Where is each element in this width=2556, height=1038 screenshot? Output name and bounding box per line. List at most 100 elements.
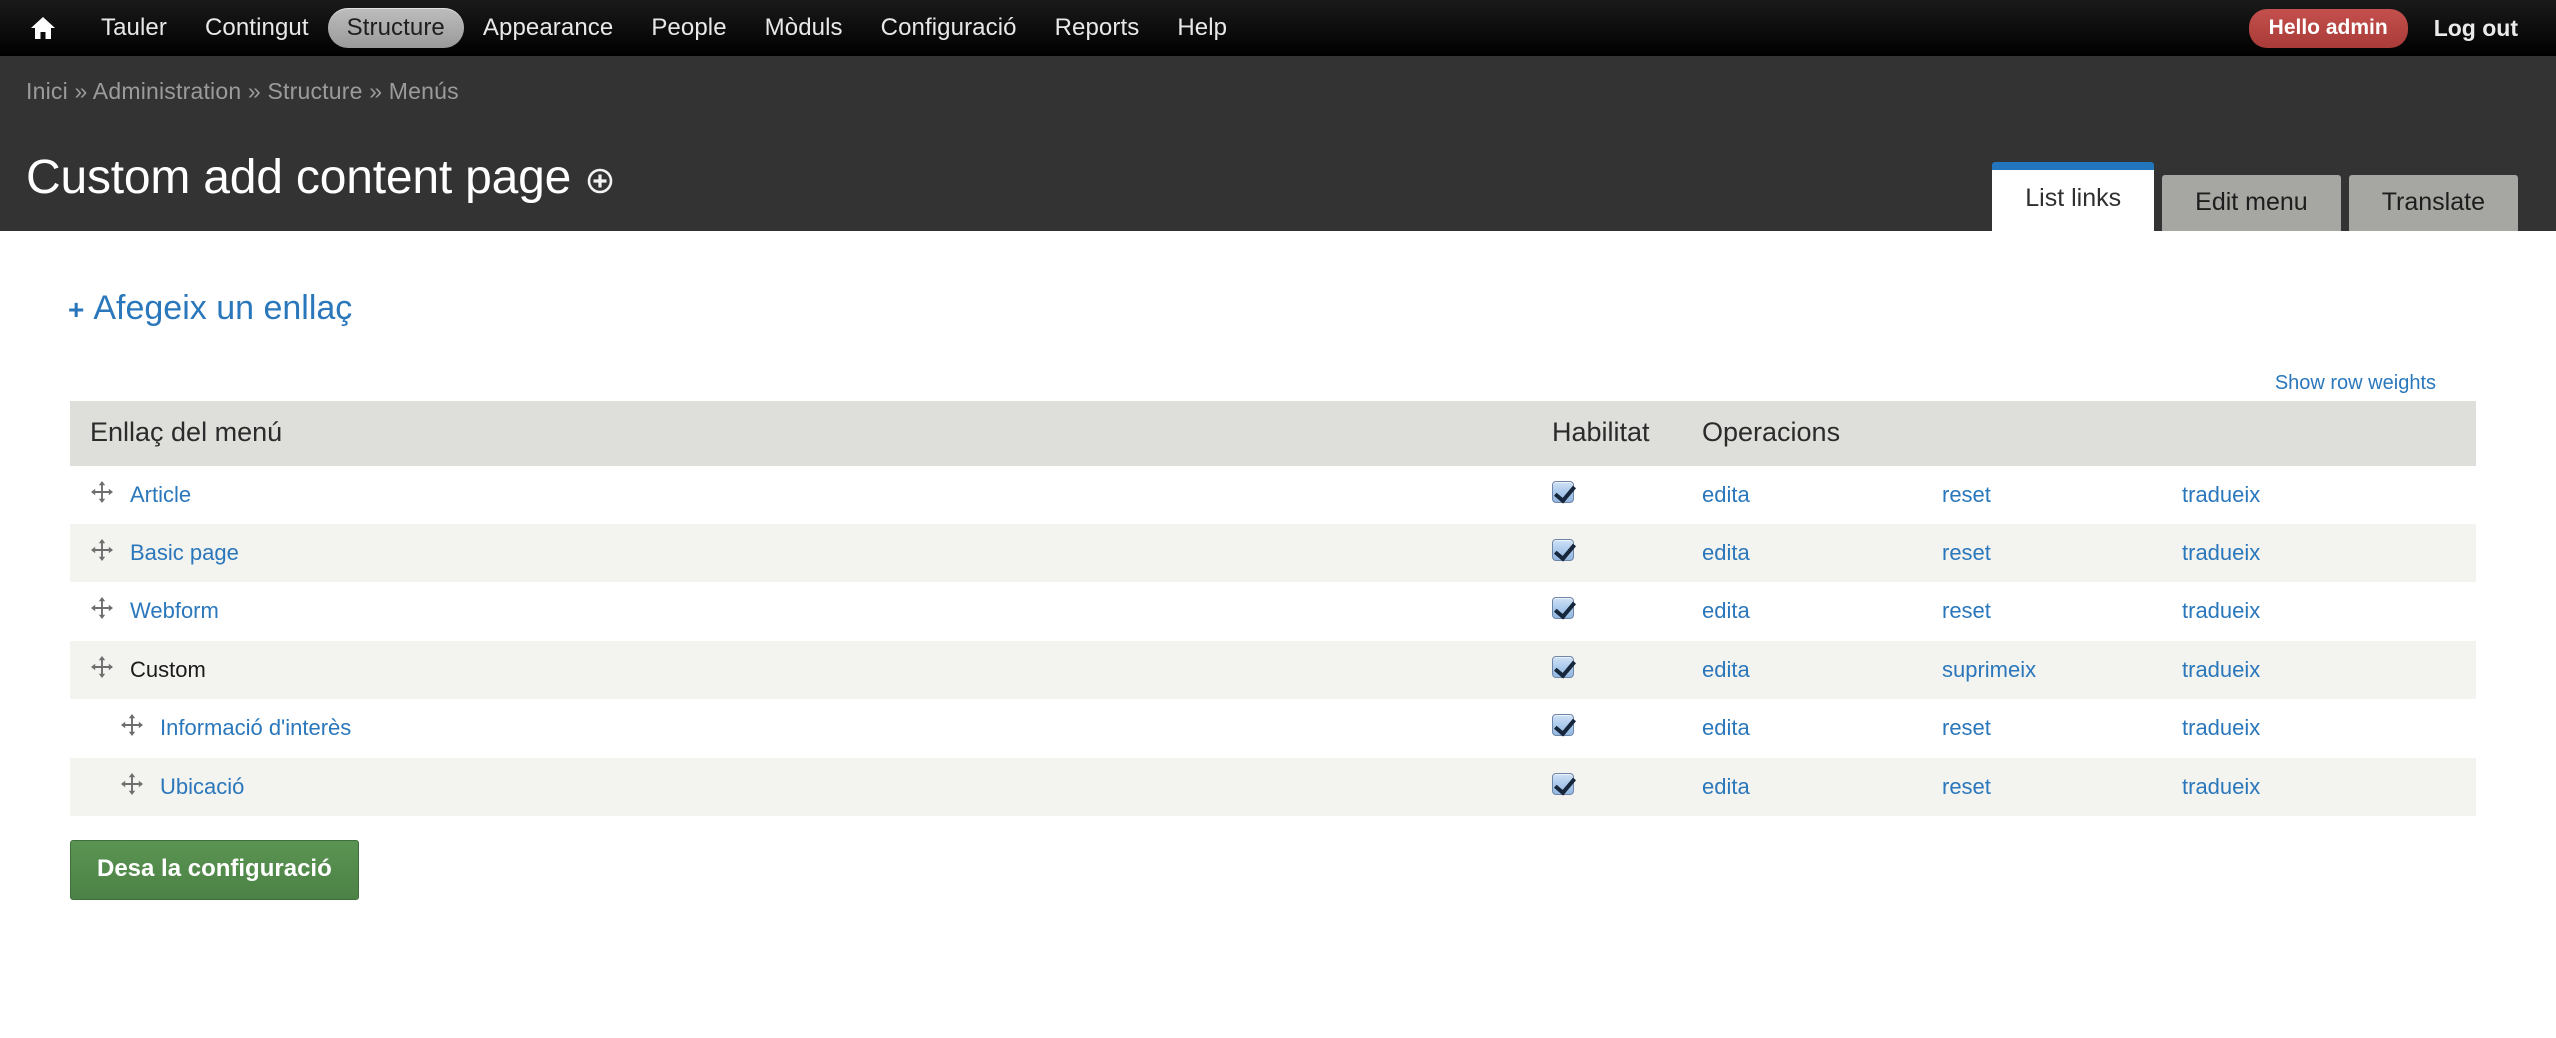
menu-link-label-static: Custom: [130, 656, 206, 682]
tab-list-links[interactable]: List links: [1992, 162, 2155, 231]
toolbar-item-appearance[interactable]: Appearance: [464, 8, 632, 48]
menu-link-cell-content: Ubicació: [90, 772, 1552, 802]
operation-link-reset[interactable]: reset: [1942, 715, 1991, 740]
column-header-spacer-2: [2182, 401, 2476, 466]
show-row-weights-row: Show row weights: [26, 372, 2436, 395]
column-header-operations: Operacions: [1702, 401, 1942, 466]
column-header-enabled: Habilitat: [1552, 401, 1702, 466]
cell-menu-link: Informació d'interès: [70, 699, 1552, 757]
cell-operation-1: edita: [1702, 641, 1942, 699]
operation-link-reset[interactable]: reset: [1942, 540, 1991, 565]
column-header-menu-link: Enllaç del menú: [70, 401, 1552, 466]
cell-operation-1: edita: [1702, 758, 1942, 816]
toolbar-item-contingut[interactable]: Contingut: [186, 8, 328, 48]
cell-operation-2: reset: [1942, 466, 2182, 524]
operation-link-reset[interactable]: reset: [1942, 598, 1991, 623]
toolbar-item-moduls[interactable]: Mòduls: [746, 8, 862, 48]
tab-translate[interactable]: Translate: [2348, 175, 2518, 231]
menu-link-cell-content: Informació d'interès: [90, 713, 1552, 743]
menu-link-cell-content: Article: [90, 480, 1552, 510]
menu-link-cell-content: Custom: [90, 655, 1552, 685]
toolbar-item-structure[interactable]: Structure: [327, 8, 464, 48]
table-head: Enllaç del menú Habilitat Operacions: [70, 401, 2476, 466]
menu-link-cell-content: Basic page: [90, 538, 1552, 568]
cell-menu-link: Ubicació: [70, 758, 1552, 816]
cell-operation-2: reset: [1942, 582, 2182, 640]
save-configuration-button[interactable]: Desa la configuració: [70, 840, 359, 901]
hello-admin-badge[interactable]: Hello admin: [2248, 8, 2408, 48]
operation-link-edita[interactable]: edita: [1702, 774, 1750, 799]
cell-operation-2: reset: [1942, 524, 2182, 582]
toolbar-item-tauler[interactable]: Tauler: [82, 8, 186, 48]
table-row: Custom edita suprimeix tradueix: [70, 640, 2476, 700]
toolbar-item-reports[interactable]: Reports: [1036, 8, 1159, 48]
drag-handle-icon[interactable]: [90, 655, 114, 685]
operation-link-edita[interactable]: edita: [1702, 715, 1750, 740]
cell-operation-3: tradueix: [2182, 758, 2476, 816]
cell-operation-2: reset: [1942, 758, 2182, 816]
main-content: + Afegeix un enllaç Show row weights Enl…: [0, 231, 2556, 901]
home-icon[interactable]: [26, 11, 60, 45]
table-header-row: Enllaç del menú Habilitat Operacions: [70, 401, 2476, 466]
operation-link-tradueix[interactable]: tradueix: [2182, 540, 2260, 565]
tab-translate-label: Translate: [2381, 188, 2485, 217]
table-row: Informació d'interès edita reset tradueix: [70, 699, 2476, 758]
operation-link-suprimeix[interactable]: suprimeix: [1942, 657, 2036, 682]
toolbar-item-configuracio[interactable]: Configuració: [862, 8, 1036, 48]
cell-operation-3: tradueix: [2182, 524, 2476, 582]
cell-operation-3: tradueix: [2182, 641, 2476, 699]
plus-circle-icon[interactable]: [587, 168, 613, 199]
enabled-checkbox[interactable]: [1552, 714, 1574, 737]
cell-menu-link: Article: [70, 466, 1552, 524]
logout-link[interactable]: Log out: [2434, 15, 2518, 42]
drag-handle-icon[interactable]: [120, 772, 144, 802]
operation-link-tradueix[interactable]: tradueix: [2182, 774, 2260, 799]
cell-enabled: [1552, 466, 1702, 524]
operation-link-edita[interactable]: edita: [1702, 482, 1750, 507]
operation-link-tradueix[interactable]: tradueix: [2182, 657, 2260, 682]
menu-link-label[interactable]: Informació d'interès: [160, 715, 351, 741]
cell-operation-3: tradueix: [2182, 582, 2476, 640]
operation-link-edita[interactable]: edita: [1702, 657, 1750, 682]
add-link-button[interactable]: + Afegeix un enllaç: [68, 289, 352, 328]
table-row: Webform edita reset tradueix: [70, 582, 2476, 641]
enabled-checkbox[interactable]: [1552, 655, 1574, 678]
drag-handle-icon[interactable]: [90, 480, 114, 510]
menu-link-label[interactable]: Article: [130, 482, 191, 508]
cell-operation-1: edita: [1702, 524, 1942, 582]
enabled-checkbox[interactable]: [1552, 539, 1574, 562]
menu-link-label[interactable]: Ubicació: [160, 774, 244, 800]
plus-icon: +: [68, 294, 85, 325]
operation-link-tradueix[interactable]: tradueix: [2182, 715, 2260, 740]
tab-list-links-label: List links: [2025, 184, 2122, 213]
cell-enabled: [1552, 699, 1702, 757]
drag-handle-icon[interactable]: [120, 713, 144, 743]
toolbar-user-area: Hello admin Log out: [2248, 8, 2518, 48]
enabled-checkbox[interactable]: [1552, 597, 1574, 620]
toolbar-item-people[interactable]: People: [632, 8, 745, 48]
operation-link-tradueix[interactable]: tradueix: [2182, 598, 2260, 623]
show-row-weights-link[interactable]: Show row weights: [2275, 372, 2436, 394]
enabled-checkbox[interactable]: [1552, 480, 1574, 503]
menu-link-cell-content: Webform: [90, 596, 1552, 626]
tab-edit-menu-label: Edit menu: [2195, 188, 2308, 217]
column-header-spacer-1: [1942, 401, 2182, 466]
cell-menu-link: Custom: [70, 641, 1552, 699]
operation-link-edita[interactable]: edita: [1702, 540, 1750, 565]
menu-link-label[interactable]: Basic page: [130, 540, 239, 566]
menu-link-label[interactable]: Webform: [130, 598, 219, 624]
table-body: Article edita reset tradueix Basic page edita…: [70, 465, 2476, 817]
cell-enabled: [1552, 641, 1702, 699]
page-header: Inici » Administration » Structure » Men…: [0, 56, 2556, 231]
drag-handle-icon[interactable]: [90, 596, 114, 626]
enabled-checkbox[interactable]: [1552, 772, 1574, 795]
drag-handle-icon[interactable]: [90, 538, 114, 568]
toolbar-item-help[interactable]: Help: [1158, 8, 1246, 48]
operation-link-tradueix[interactable]: tradueix: [2182, 482, 2260, 507]
tab-edit-menu[interactable]: Edit menu: [2162, 175, 2341, 231]
cell-operation-2: reset: [1942, 699, 2182, 757]
operation-link-reset[interactable]: reset: [1942, 774, 1991, 799]
cell-menu-link: Basic page: [70, 524, 1552, 582]
operation-link-edita[interactable]: edita: [1702, 598, 1750, 623]
operation-link-reset[interactable]: reset: [1942, 482, 1991, 507]
